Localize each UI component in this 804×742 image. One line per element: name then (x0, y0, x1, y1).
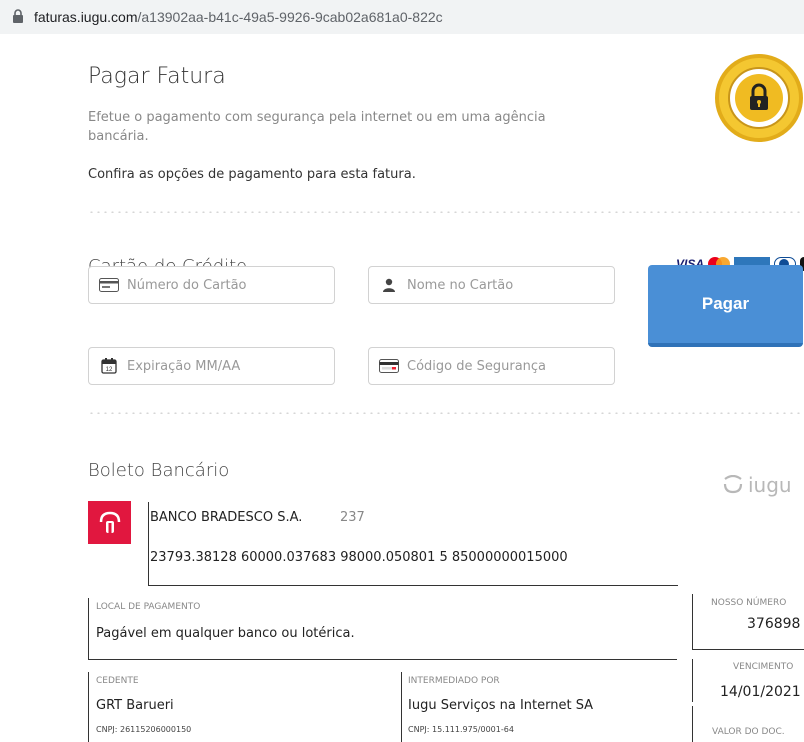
url-path: /a13902aa-b41c-49a5-9926-9cab02a681a0-82… (137, 9, 443, 25)
payment-options-text: Confira as opções de pagamento para esta… (88, 167, 416, 182)
bank-code: 237 (340, 510, 365, 525)
address-bar[interactable]: faturas.iugu.com/a13902aa-b41c-49a5-9926… (0, 0, 804, 34)
credit-card-icon (99, 277, 119, 293)
digitable-line: 23793.38128 60000.037683 98000.050801 5 … (150, 550, 568, 565)
security-code-icon (379, 358, 399, 374)
card-name-input[interactable] (407, 277, 587, 293)
card-number-field[interactable] (88, 266, 335, 304)
iugu-mark-icon (723, 475, 743, 494)
svg-text:12: 12 (106, 367, 113, 373)
card-expiry-input[interactable] (127, 358, 307, 374)
boleto-border (692, 649, 804, 650)
intermediado-cnpj: CNPJ: 15.111.975/0001-64 (408, 725, 514, 734)
lock-icon (12, 9, 26, 25)
boleto-title: Boleto Bancário (88, 460, 230, 481)
card-number-input[interactable] (127, 277, 307, 293)
card-name-field[interactable] (368, 266, 615, 304)
cedente-label: CEDENTE (96, 676, 139, 686)
cedente-cnpj: CNPJ: 26115206000150 (96, 725, 192, 734)
valor-doc-label: VALOR DO DOC. (712, 727, 785, 737)
intermediado-value: Iugu Serviços na Internet SA (408, 698, 594, 713)
card-cvv-field[interactable] (368, 347, 615, 385)
boleto-border (88, 598, 89, 660)
local-pagamento-label: LOCAL DE PAGAMENTO (96, 602, 201, 612)
iugu-logo: iugu (722, 473, 792, 497)
nosso-numero-label: NOSSO NÚMERO (711, 598, 787, 608)
url-domain: faturas.iugu.com (34, 9, 138, 25)
boleto-border (88, 659, 677, 660)
vencimento-value: 14/01/2021 (720, 684, 801, 700)
card-expiry-field[interactable]: 12 (88, 347, 335, 385)
boleto-border (401, 672, 402, 742)
section-divider (88, 412, 804, 414)
ssl-seal-icon (713, 52, 804, 144)
card-cvv-input[interactable] (407, 358, 587, 374)
bank-name: BANCO BRADESCO S.A. (150, 510, 303, 525)
page-subtitle: Efetue o pagamento com segurança pela in… (88, 110, 546, 144)
bradesco-logo-icon (88, 501, 131, 544)
boleto-border (692, 659, 693, 702)
boleto-border (148, 585, 678, 586)
cedente-value: GRT Barueri (96, 698, 174, 713)
vencimento-label: VENCIMENTO (733, 662, 794, 672)
boleto-border (692, 594, 693, 650)
calendar-icon: 12 (99, 358, 119, 374)
page-title: Pagar Fatura (88, 64, 226, 89)
iugu-logo-text: iugu (748, 473, 792, 497)
boleto-border (692, 706, 693, 742)
section-divider (88, 211, 804, 213)
boleto-border (88, 672, 89, 742)
local-pagamento-value: Pagável em qualquer banco ou lotérica. (96, 626, 355, 641)
nosso-numero-value: 376898 (747, 616, 801, 632)
pay-button[interactable]: Pagar (648, 265, 803, 347)
intermediado-label: INTERMEDIADO POR (408, 676, 500, 686)
boleto-border (148, 502, 149, 586)
user-icon (379, 277, 399, 293)
